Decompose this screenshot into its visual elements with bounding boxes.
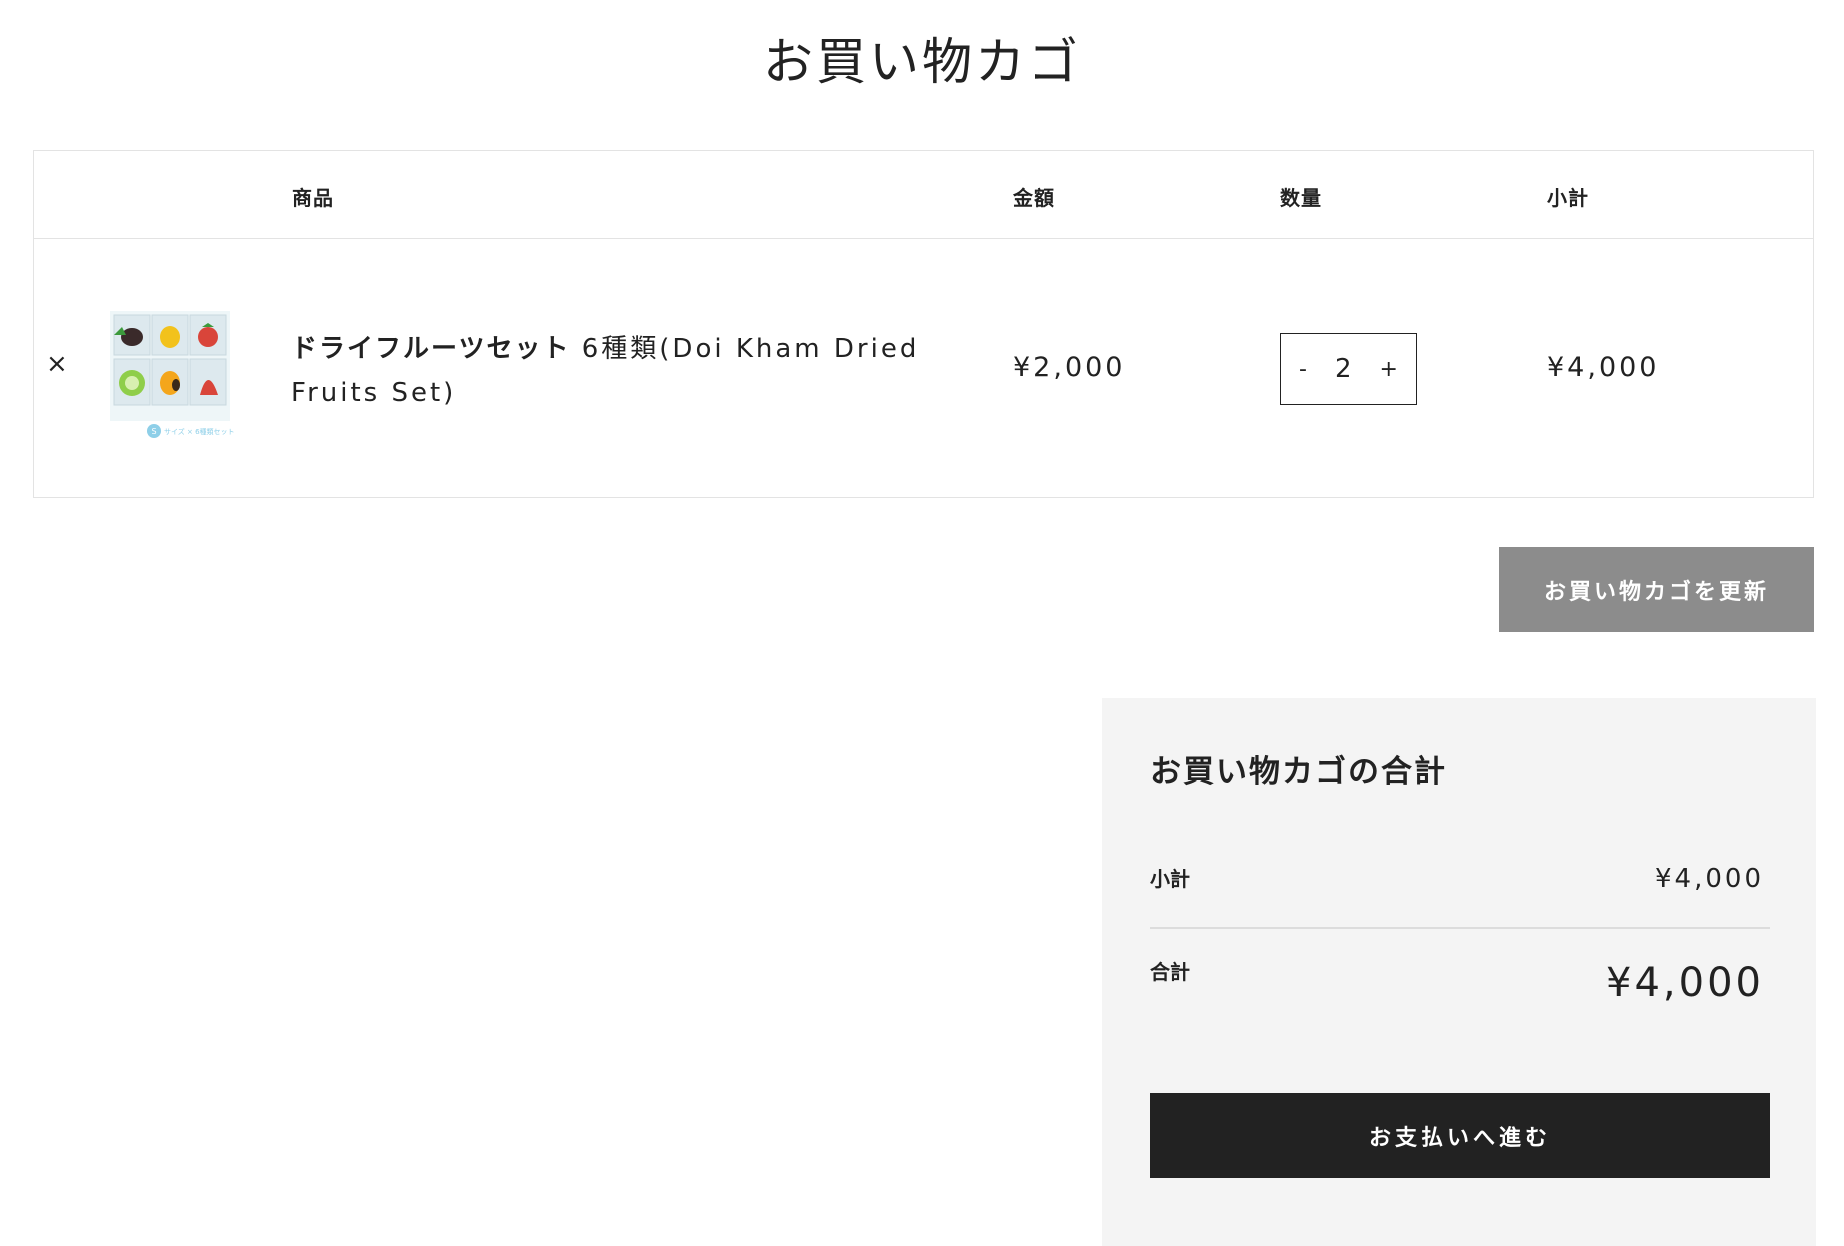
product-name-link[interactable]: ドライフルーツセット 6種類(Doi Kham Dried Fruits Set…	[291, 327, 1011, 415]
header-quantity: 数量	[1280, 186, 1322, 210]
header-price: 金額	[1013, 186, 1055, 210]
totals-subtotal-label: 小計	[1150, 867, 1190, 891]
totals-divider	[1150, 927, 1770, 929]
quantity-increase-button[interactable]: +	[1380, 357, 1398, 382]
cart-item-row: × S サイズ × 6種類セット ドライフルーツセット 6種類(Doi Kham…	[34, 239, 1813, 498]
quantity-stepper: - +	[1280, 333, 1417, 405]
product-name-bold: ドライフルーツセット	[291, 334, 571, 364]
proceed-to-checkout-button[interactable]: お支払いへ進む	[1150, 1093, 1770, 1178]
header-subtotal: 小計	[1547, 186, 1589, 210]
product-thumbnail[interactable]: S サイズ × 6種類セット	[92, 305, 240, 441]
cart-table: 商品 金額 数量 小計 × S サイズ × 6種類セット ドライフルーツセット …	[33, 150, 1814, 498]
totals-total-label: 合計	[1150, 960, 1190, 984]
item-price: ¥2,000	[1013, 352, 1126, 383]
remove-item-button[interactable]: ×	[46, 351, 68, 377]
thumb-badge: S	[151, 427, 156, 436]
item-subtotal: ¥4,000	[1547, 352, 1660, 383]
header-product: 商品	[292, 186, 334, 210]
update-cart-button[interactable]: お買い物カゴを更新	[1499, 547, 1814, 632]
thumb-caption: サイズ × 6種類セット	[164, 427, 235, 436]
page-title: お買い物カゴ	[763, 33, 1081, 91]
totals-total-value: ¥4,000	[1606, 960, 1764, 1006]
totals-subtotal-value: ¥4,000	[1655, 864, 1764, 894]
quantity-input[interactable]	[1323, 354, 1364, 384]
cart-totals-title: お買い物カゴの合計	[1150, 754, 1447, 790]
cart-totals-panel: お買い物カゴの合計 小計 ¥4,000 合計 ¥4,000 お支払いへ進む	[1102, 698, 1816, 1246]
cart-table-header: 商品 金額 数量 小計	[34, 151, 1813, 239]
quantity-decrease-button[interactable]: -	[1299, 357, 1307, 382]
